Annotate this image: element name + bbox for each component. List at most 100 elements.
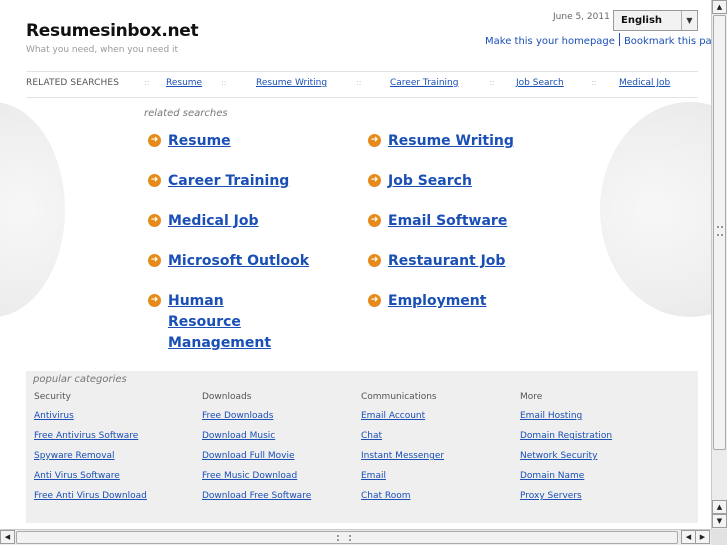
horizontal-scrollbar[interactable]: ◀ ◀ ▶ — [0, 529, 711, 545]
divider — [26, 97, 698, 98]
category-column-more: More Email Hosting Domain Registration N… — [520, 392, 612, 511]
decorative-bubble-left — [0, 102, 65, 317]
vertical-scrollbar[interactable]: ▲ ▲ ▼ — [711, 0, 727, 529]
scroll-left-icon[interactable]: ◀ — [0, 530, 15, 544]
related-search-link[interactable]: Human Resource Management — [168, 291, 298, 354]
orange-arrow-circle-icon: ➜ — [148, 294, 161, 307]
scroll-up-icon[interactable]: ▲ — [712, 0, 727, 14]
category-link[interactable]: Spyware Removal — [34, 451, 147, 471]
related-searches-bar: RELATED SEARCHES :: Resume :: Resume Wri… — [26, 78, 698, 90]
category-link[interactable]: Free Antivirus Software — [34, 431, 147, 451]
orange-arrow-circle-icon: ➜ — [148, 134, 161, 147]
orange-arrow-circle-icon: ➜ — [368, 254, 381, 267]
grip-icon — [337, 535, 351, 541]
category-link[interactable]: Anti Virus Software — [34, 471, 147, 491]
vertical-scroll-thumb[interactable] — [713, 15, 726, 450]
related-bar-separator: :: — [144, 78, 150, 87]
related-bar-link[interactable]: Career Training — [390, 78, 458, 88]
category-link[interactable]: Chat — [361, 431, 444, 451]
category-link[interactable]: Free Downloads — [202, 411, 311, 431]
related-search-link[interactable]: Job Search — [388, 171, 472, 192]
category-link[interactable]: Free Anti Virus Download — [34, 491, 147, 511]
category-column-downloads: Downloads Free Downloads Download Music … — [202, 392, 311, 511]
divider — [26, 71, 698, 72]
category-link[interactable]: Instant Messenger — [361, 451, 444, 471]
orange-arrow-circle-icon: ➜ — [368, 174, 381, 187]
make-homepage-link[interactable]: Make this your homepage — [485, 36, 615, 47]
related-bar-link[interactable]: Job Search — [516, 78, 564, 88]
orange-arrow-circle-icon: ➜ — [368, 214, 381, 227]
popular-categories-heading: popular categories — [33, 374, 127, 385]
category-link[interactable]: Email Account — [361, 411, 444, 431]
header-links: Make this your homepage Bookmark this pag… — [485, 33, 711, 47]
related-bar-link[interactable]: Resume Writing — [256, 78, 327, 88]
orange-arrow-circle-icon: ➜ — [148, 174, 161, 187]
category-link[interactable]: Antivirus — [34, 411, 147, 431]
category-link[interactable]: Email Hosting — [520, 411, 612, 431]
orange-arrow-circle-icon: ➜ — [148, 254, 161, 267]
related-search-item: ➜ Human Resource Management — [148, 291, 298, 354]
category-column-title: Downloads — [202, 392, 252, 402]
scroll-right-icon[interactable]: ▶ — [695, 530, 710, 544]
bookmark-page-link[interactable]: Bookmark this page — [624, 36, 711, 47]
category-link[interactable]: Free Music Download — [202, 471, 311, 491]
decorative-bubble-right — [600, 102, 711, 317]
related-search-link[interactable]: Email Software — [388, 211, 507, 232]
category-link[interactable]: Chat Room — [361, 491, 444, 511]
scroll-left-icon[interactable]: ◀ — [681, 530, 696, 544]
header-link-divider — [618, 33, 620, 46]
category-column-communications: Communications Email Account Chat Instan… — [361, 392, 444, 511]
category-column-security: Security Antivirus Free Antivirus Softwa… — [34, 392, 147, 511]
category-column-title: More — [520, 392, 543, 402]
related-search-item: ➜ Job Search — [368, 171, 568, 192]
orange-arrow-circle-icon: ➜ — [368, 294, 381, 307]
category-link[interactable]: Download Music — [202, 431, 311, 451]
orange-arrow-circle-icon: ➜ — [148, 214, 161, 227]
related-bar-label: RELATED SEARCHES — [26, 78, 120, 88]
related-search-item: ➜ Microsoft Outlook — [148, 251, 348, 272]
page-viewport: Resumesinbox.net What you need, when you… — [0, 0, 711, 529]
scroll-up-icon[interactable]: ▲ — [712, 500, 727, 514]
category-link[interactable]: Download Full Movie — [202, 451, 311, 471]
related-bar-separator: :: — [591, 78, 597, 87]
related-bar-separator: :: — [356, 78, 362, 87]
grip-icon — [717, 226, 723, 236]
orange-arrow-circle-icon: ➜ — [368, 134, 381, 147]
related-search-link[interactable]: Microsoft Outlook — [168, 251, 309, 272]
category-link[interactable]: Domain Registration — [520, 431, 612, 451]
related-search-item: ➜ Resume Writing — [368, 131, 568, 152]
category-link[interactable]: Domain Name — [520, 471, 612, 491]
horizontal-scroll-thumb[interactable] — [16, 531, 678, 544]
category-link[interactable]: Proxy Servers — [520, 491, 612, 511]
related-search-link[interactable]: Resume — [168, 131, 231, 152]
related-search-link[interactable]: Restaurant Job — [388, 251, 505, 272]
popular-categories-panel: popular categories Security Antivirus Fr… — [26, 371, 698, 523]
related-search-item: ➜ Resume — [148, 131, 348, 152]
related-search-item: ➜ Email Software — [368, 211, 568, 232]
scrollbar-corner — [711, 529, 727, 545]
category-link[interactable]: Email — [361, 471, 444, 491]
related-search-item: ➜ Restaurant Job — [368, 251, 568, 272]
related-bar-link[interactable]: Medical Job — [619, 78, 670, 88]
related-search-link[interactable]: Resume Writing — [388, 131, 514, 152]
related-search-item: ➜ Medical Job — [148, 211, 348, 232]
date-label: June 5, 2011 — [553, 12, 610, 22]
related-search-link[interactable]: Medical Job — [168, 211, 259, 232]
related-search-link[interactable]: Employment — [388, 291, 486, 312]
scroll-down-icon[interactable]: ▼ — [712, 514, 727, 528]
related-bar-link[interactable]: Resume — [166, 78, 202, 88]
language-select[interactable]: English ▼ — [613, 10, 698, 31]
related-bar-separator: :: — [489, 78, 495, 87]
site-title: Resumesinbox.net — [26, 21, 199, 41]
chevron-down-icon: ▼ — [681, 11, 697, 30]
related-searches-heading: related searches — [144, 108, 228, 119]
category-link[interactable]: Download Free Software — [202, 491, 311, 511]
category-column-title: Security — [34, 392, 71, 402]
related-search-item: ➜ Employment — [368, 291, 568, 312]
language-select-value: English — [621, 15, 663, 26]
related-search-item: ➜ Career Training — [148, 171, 348, 192]
related-bar-separator: :: — [221, 78, 227, 87]
related-search-link[interactable]: Career Training — [168, 171, 289, 192]
category-column-title: Communications — [361, 392, 437, 402]
category-link[interactable]: Network Security — [520, 451, 612, 471]
